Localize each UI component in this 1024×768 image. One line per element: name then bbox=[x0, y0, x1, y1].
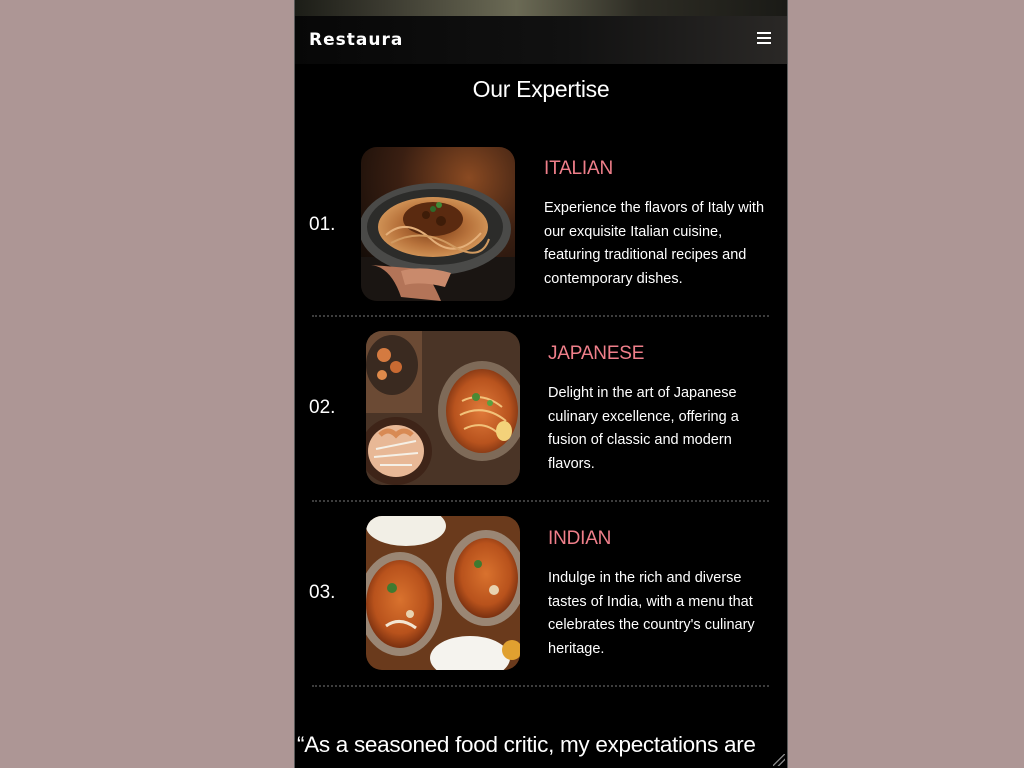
navbar: Restaura bbox=[295, 16, 787, 64]
item-title: JAPANESE bbox=[548, 343, 645, 364]
hero-image-strip bbox=[295, 0, 787, 16]
item-divider bbox=[312, 685, 769, 687]
brand-logo[interactable]: Restaura bbox=[309, 30, 403, 50]
item-number: 02. bbox=[309, 397, 336, 418]
indian-curry-photo bbox=[366, 516, 520, 670]
item-title: ITALIAN bbox=[544, 158, 613, 179]
japanese-ramen-image bbox=[366, 331, 520, 485]
item-divider bbox=[312, 315, 769, 317]
item-title: INDIAN bbox=[548, 528, 612, 549]
item-divider bbox=[312, 500, 769, 502]
expertise-item-indian: 03. INDIAN Indulge in the rich and diver… bbox=[295, 516, 787, 702]
italian-pasta-photo bbox=[361, 147, 515, 301]
item-description: Delight in the art of Japanese culinary … bbox=[548, 385, 739, 472]
resize-handle-icon[interactable] bbox=[773, 754, 785, 766]
hamburger-menu-icon[interactable] bbox=[757, 32, 771, 45]
item-description: Indulge in the rich and diverse tastes o… bbox=[548, 570, 755, 657]
mobile-viewport: Restaura Our Expertise 01. ITALIAN Exper… bbox=[294, 0, 788, 768]
expertise-item-japanese: 02. JAPANESE Delight in the art of Japan… bbox=[295, 331, 787, 517]
section-title: Our Expertise bbox=[472, 76, 610, 102]
japanese-ramen-photo bbox=[366, 331, 520, 485]
indian-curry-image bbox=[366, 516, 520, 670]
item-description: Experience the flavors of Italy with our… bbox=[544, 200, 765, 287]
italian-pasta-image bbox=[361, 147, 515, 301]
expertise-item-italian: 01. ITALIAN Experience the flavors of It… bbox=[295, 146, 787, 332]
testimonial-quote: “As a seasoned food critic, my expectati… bbox=[297, 732, 756, 757]
item-number: 01. bbox=[309, 214, 336, 235]
item-number: 03. bbox=[309, 582, 336, 603]
